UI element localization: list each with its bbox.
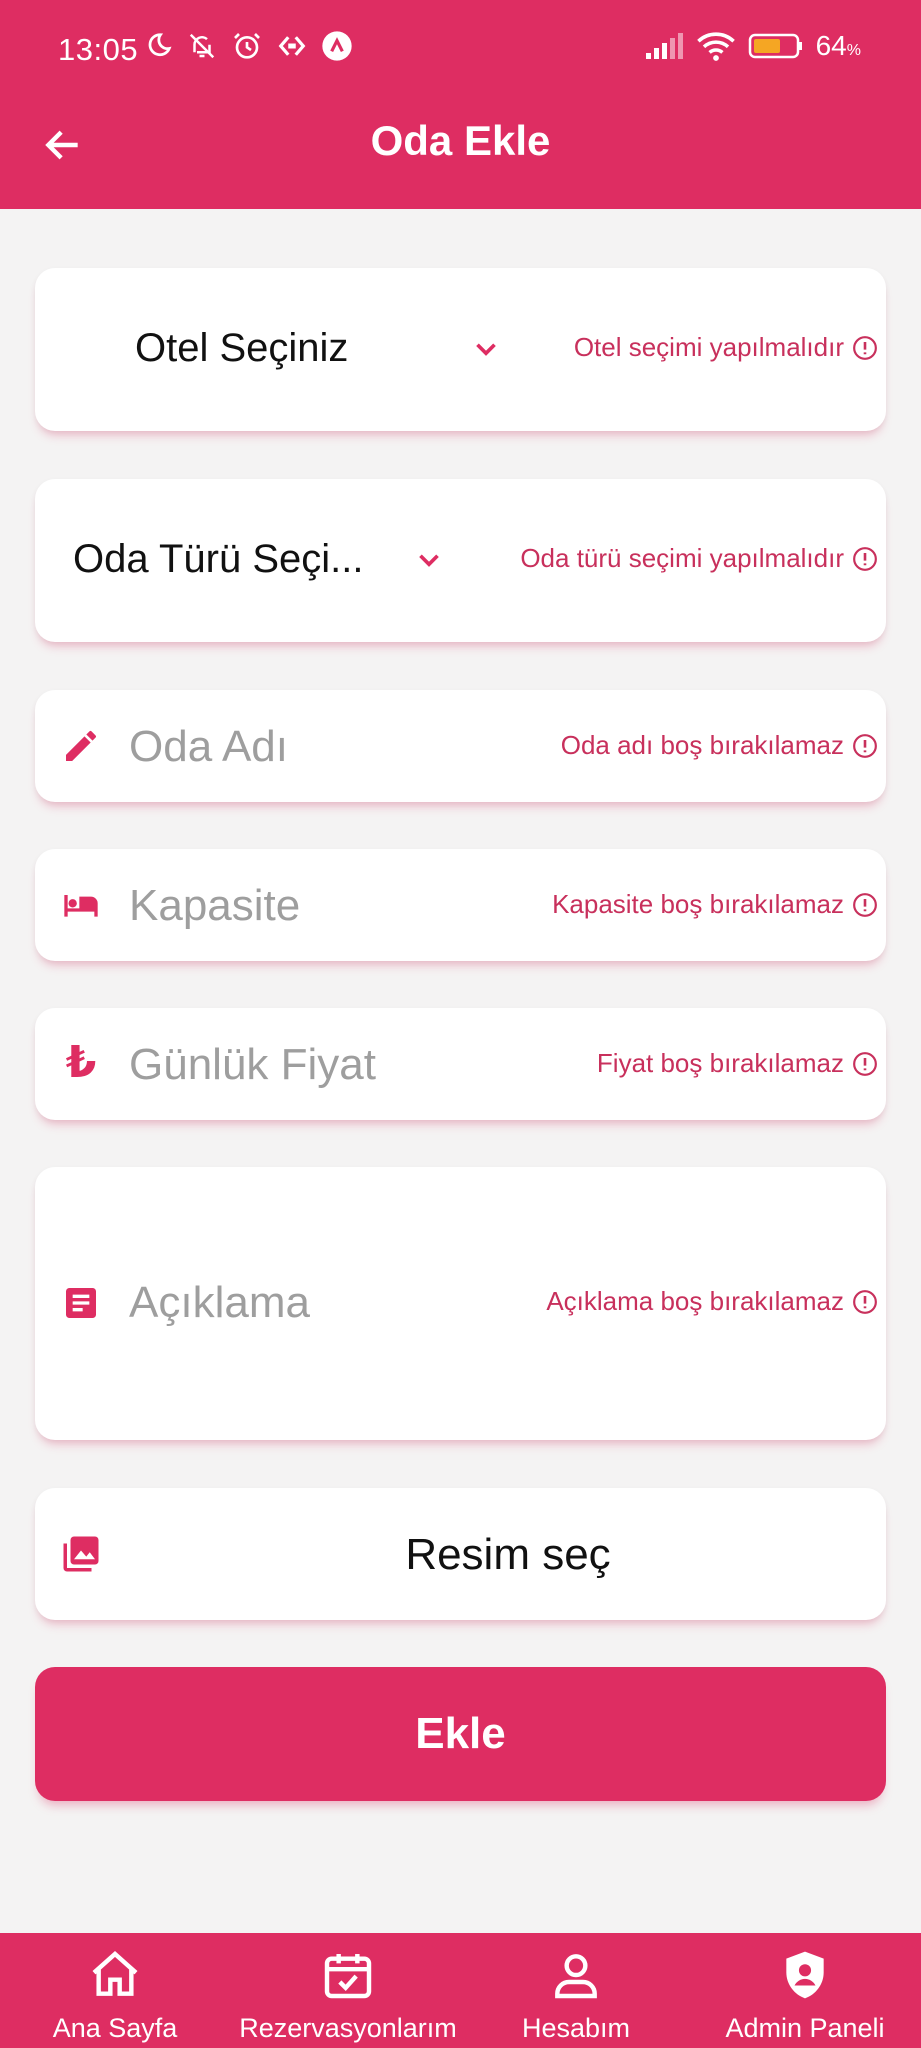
data-transfer-icon	[278, 36, 306, 56]
nav-label-account: Hesabım	[521, 2013, 631, 2043]
alarm-icon	[234, 33, 260, 59]
daily-price-field[interactable]: ₺ Günlük Fiyat Fiyat boş bırakılamaz	[35, 1008, 886, 1120]
description-placeholder: Açıklama	[129, 1278, 310, 1327]
page-title: Oda Ekle	[370, 117, 551, 164]
status-right-icons: 64%	[644, 30, 861, 62]
room-type-select-error: Oda türü seçimi yapılmalıdır	[520, 543, 878, 574]
status-bar: 13:05 64%	[0, 0, 921, 100]
room-type-select-error-text: Oda türü seçimi yapılmalıdır	[520, 543, 844, 573]
status-left-icons	[143, 30, 353, 62]
app-bar: 13:05 64% Oda Ekle	[0, 0, 921, 209]
nav-item-reservations[interactable]: Rezervasyonlarım	[228, 1933, 468, 2048]
bottom-nav: Ana Sayfa Rezervasyonlarım Hesabım Admin…	[0, 1933, 921, 2048]
room-name-error: Oda adı boş bırakılamaz	[561, 730, 878, 761]
nav-label-admin-panel: Admin Paneli	[725, 2013, 885, 2043]
error-icon	[853, 335, 877, 360]
hotel-select[interactable]: Otel Seçiniz Otel seçimi yapılmalıdır	[35, 268, 886, 431]
person-icon	[555, 1954, 597, 1999]
home-icon	[92, 1951, 138, 1996]
signal-icon	[645, 33, 683, 59]
capacity-error: Kapasite boş bırakılamaz	[552, 889, 878, 920]
daily-price-error-text: Fiyat boş bırakılamaz	[596, 1048, 844, 1078]
room-name-placeholder: Oda Adı	[129, 722, 289, 771]
app-notification-icon	[322, 31, 352, 61]
chevron-down-icon	[476, 343, 496, 356]
error-icon	[853, 546, 877, 571]
status-time: 13:05	[58, 32, 139, 67]
nav-item-admin-panel[interactable]: Admin Paneli	[715, 1933, 895, 2048]
image-picker-button[interactable]: Resim seç	[35, 1488, 886, 1620]
document-icon	[59, 1281, 103, 1325]
room-type-select[interactable]: Oda Türü Seçi... Oda türü seçimi yapılma…	[35, 479, 886, 642]
nav-label-home: Ana Sayfa	[52, 2013, 178, 2043]
nav-label-reservations: Rezervasyonlarım	[239, 2013, 457, 2043]
battery-icon	[748, 33, 802, 59]
hotel-select-value: Otel Seçiniz	[135, 326, 349, 370]
description-error: Açıklama boş bırakılamaz	[546, 1286, 878, 1317]
wifi-icon	[696, 32, 735, 61]
hotel-select-error: Otel seçimi yapılmalıdır	[574, 332, 878, 363]
daily-price-placeholder: Günlük Fiyat	[129, 1040, 376, 1089]
image-picker-label: Resim seç	[405, 1530, 611, 1579]
daily-price-error: Fiyat boş bırakılamaz	[597, 1048, 878, 1079]
battery-unit: %	[846, 42, 861, 59]
room-name-error-text: Oda adı boş bırakılamaz	[560, 730, 844, 760]
lira-icon: ₺	[59, 1037, 103, 1088]
description-error-text: Açıklama boş bırakılamaz	[546, 1286, 844, 1316]
calendar-check-icon	[324, 1954, 372, 1999]
add-button[interactable]: Ekle	[35, 1667, 886, 1801]
pencil-icon	[59, 724, 103, 768]
error-icon	[853, 1051, 877, 1076]
capacity-error-text: Kapasite boş bırakılamaz	[552, 889, 844, 919]
description-field[interactable]: Açıklama Açıklama boş bırakılamaz	[35, 1167, 886, 1440]
error-icon	[853, 733, 877, 758]
moon-icon	[148, 33, 172, 57]
battery-value: 64	[815, 30, 847, 61]
bell-off-icon	[189, 33, 215, 59]
room-name-field[interactable]: Oda Adı Oda adı boş bırakılamaz	[35, 690, 886, 802]
error-icon	[853, 1289, 877, 1314]
battery-percent: 64%	[816, 30, 861, 62]
bed-icon	[59, 883, 103, 927]
hotel-select-error-text: Otel seçimi yapılmalıdır	[573, 332, 844, 362]
error-icon	[853, 892, 877, 917]
room-type-select-value: Oda Türü Seçi...	[73, 537, 364, 581]
admin-shield-icon	[786, 1951, 824, 1999]
chevron-down-icon	[419, 554, 439, 567]
currency-symbol: ₺	[65, 1036, 97, 1088]
capacity-placeholder: Kapasite	[129, 881, 301, 930]
nav-item-account[interactable]: Hesabım	[506, 1933, 646, 2048]
capacity-field[interactable]: Kapasite Kapasite boş bırakılamaz	[35, 849, 886, 961]
nav-item-home[interactable]: Ana Sayfa	[40, 1933, 190, 2048]
